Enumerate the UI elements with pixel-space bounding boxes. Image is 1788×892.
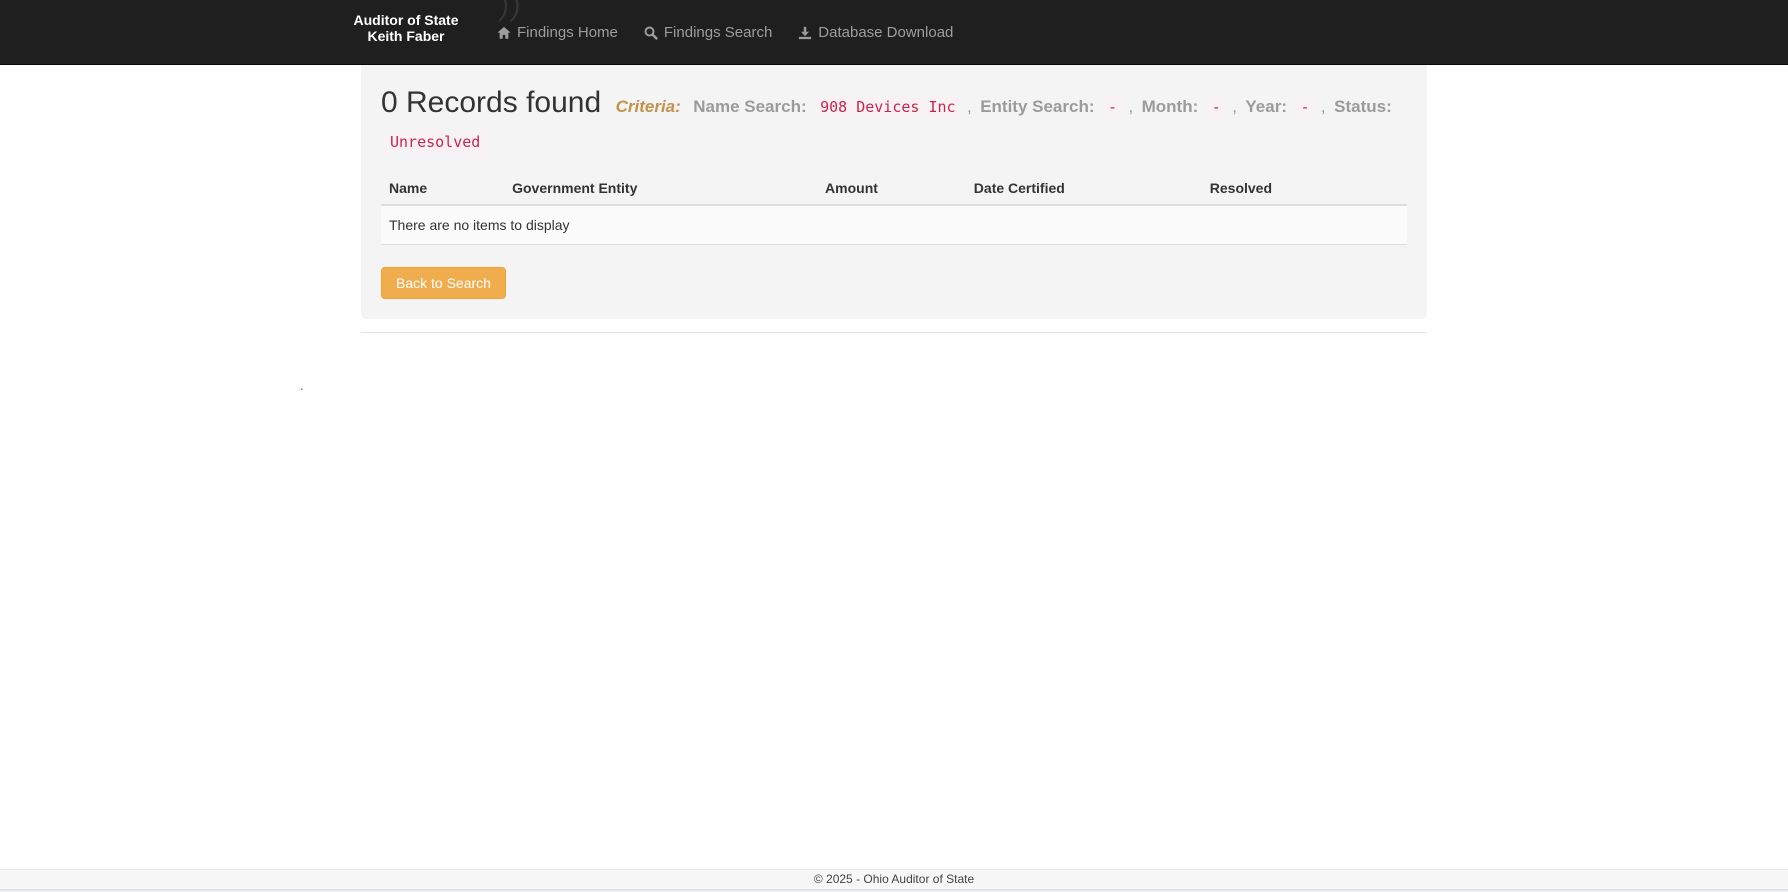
criteria-status-value: Unresolved [385, 131, 485, 153]
criteria-separator: , [967, 97, 972, 116]
column-header-amount: Amount [817, 172, 966, 205]
results-heading-line: 0 Records found Criteria: Name Search: 9… [381, 86, 1407, 160]
table-header-row: Name Government Entity Amount Date Certi… [381, 172, 1407, 205]
nav-label: Findings Home [517, 24, 618, 41]
main-nav: Findings Home Findings Search Database D… [484, 0, 966, 65]
nav-label: Findings Search [664, 24, 772, 41]
column-header-resolved: Resolved [1202, 172, 1407, 205]
criteria-year-label: Year: [1245, 97, 1287, 116]
criteria-name-search-value: 908 Devices Inc [815, 96, 960, 118]
content-container: 0 Records found Criteria: Name Search: 9… [361, 65, 1427, 333]
nav-label: Database Download [818, 24, 953, 41]
empty-message: There are no items to display [381, 205, 1407, 245]
column-header-date-certified: Date Certified [966, 172, 1202, 205]
criteria-label: Criteria: [616, 97, 681, 116]
nav-item-database-download[interactable]: Database Download [785, 0, 966, 65]
stray-dot: . [300, 378, 304, 393]
column-header-name: Name [381, 172, 504, 205]
download-icon [798, 26, 812, 40]
divider [361, 332, 1427, 333]
criteria-month-label: Month: [1142, 97, 1199, 116]
results-panel: 0 Records found Criteria: Name Search: 9… [361, 65, 1427, 319]
home-icon [497, 26, 511, 40]
back-to-search-button[interactable]: Back to Search [381, 267, 506, 299]
criteria-status-label: Status: [1334, 97, 1392, 116]
criteria-entity-search-value: - [1103, 96, 1122, 118]
results-table: Name Government Entity Amount Date Certi… [381, 172, 1407, 245]
criteria-entity-search-label: Entity Search: [980, 97, 1094, 116]
footer: © 2025 - Ohio Auditor of State [0, 869, 1788, 889]
criteria-separator: , [1232, 97, 1237, 116]
nav-item-findings-home[interactable]: Findings Home [484, 0, 631, 65]
empty-row: There are no items to display [381, 205, 1407, 245]
criteria-name-search-label: Name Search: [693, 97, 806, 116]
brand-logo[interactable]: Auditor of State Keith Faber [338, 12, 474, 44]
search-icon [644, 26, 658, 40]
top-navbar: )) Auditor of State Keith Faber Findings… [0, 0, 1788, 65]
criteria-separator: , [1128, 97, 1133, 116]
nav-item-findings-search[interactable]: Findings Search [631, 0, 785, 65]
records-found-heading: 0 Records found [381, 86, 601, 119]
brand-line1: Auditor of State [338, 12, 474, 28]
column-header-government-entity: Government Entity [504, 172, 817, 205]
criteria-separator: , [1321, 97, 1326, 116]
brand-line2: Keith Faber [338, 28, 474, 44]
copyright-text: © 2025 - Ohio Auditor of State [814, 872, 974, 886]
criteria-year-value: - [1295, 96, 1314, 118]
criteria-month-value: - [1207, 96, 1226, 118]
